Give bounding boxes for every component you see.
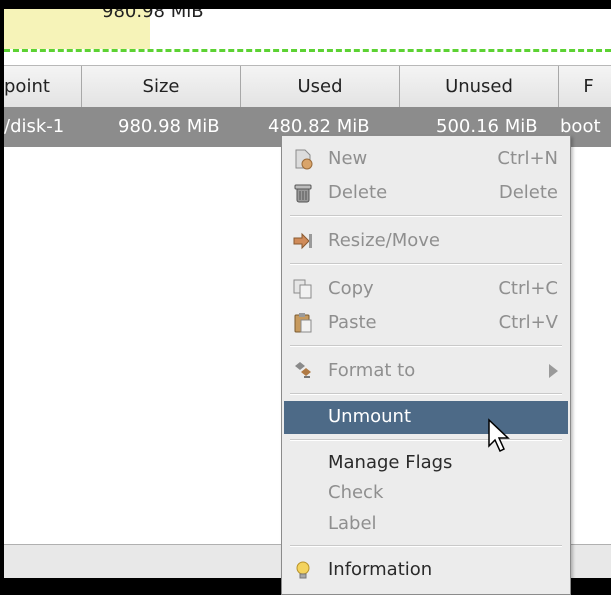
header-mountpoint[interactable]: point <box>4 66 82 107</box>
menu-item-label: Unmount <box>328 406 412 427</box>
header-unused[interactable]: Unused <box>400 66 559 107</box>
menu-item-label: Check <box>328 482 384 503</box>
header-size[interactable]: Size <box>82 66 241 107</box>
menu-separator <box>290 345 562 347</box>
menu-item-label: Paste <box>328 312 377 333</box>
partition-graphic[interactable]: 980.98 MiB <box>4 9 611 52</box>
menu-item-label: Label <box>328 513 377 534</box>
mouse-pointer-icon <box>488 418 510 453</box>
menu-item-format-to[interactable]: Format to <box>284 356 568 386</box>
menu-item-label-fs[interactable]: Label <box>284 509 568 539</box>
menu-item-check[interactable]: Check <box>284 478 568 508</box>
menu-item-manage-flags[interactable]: Manage Flags <box>284 448 568 478</box>
menu-separator <box>290 215 562 217</box>
header-used[interactable]: Used <box>241 66 400 107</box>
copy-icon <box>292 278 314 300</box>
menu-item-accel: Ctrl+N <box>497 148 558 169</box>
menu-item-label: Format to <box>328 360 416 381</box>
menu-item-accel: Delete <box>498 182 558 203</box>
menu-item-copy[interactable]: Copy Ctrl+C <box>284 274 568 304</box>
menu-item-label: Information <box>328 559 433 580</box>
menu-item-unmount[interactable]: Unmount <box>284 401 568 434</box>
menu-item-information[interactable]: Information <box>284 555 568 585</box>
menu-separator <box>290 439 562 441</box>
format-icon <box>292 360 314 382</box>
menu-item-accel: Ctrl+C <box>498 278 558 299</box>
menu-separator <box>290 545 562 547</box>
paste-icon <box>292 312 314 334</box>
header-flags[interactable]: F <box>559 66 611 107</box>
trash-icon <box>292 182 314 204</box>
lightbulb-icon <box>292 559 314 581</box>
cell-mountpoint: /disk-1 <box>4 116 65 137</box>
partition-size-label: 980.98 MiB <box>102 9 204 22</box>
submenu-arrow-icon <box>549 364 558 378</box>
new-partition-icon <box>292 148 314 170</box>
menu-item-label: Resize/Move <box>328 230 441 251</box>
context-menu: New Ctrl+N Delete Delete Resize/Move Cop… <box>281 135 571 595</box>
partition-selection-border <box>4 49 611 52</box>
menu-separator <box>290 393 562 395</box>
menu-item-label: Manage Flags <box>328 452 453 473</box>
menu-item-resize-move[interactable]: Resize/Move <box>284 226 568 256</box>
resize-move-icon <box>292 230 314 252</box>
menu-item-new[interactable]: New Ctrl+N <box>284 144 568 174</box>
menu-item-label: Copy <box>328 278 374 299</box>
column-headers: point Size Used Unused F <box>4 65 611 108</box>
menu-item-label: Delete <box>328 182 388 203</box>
menu-item-paste[interactable]: Paste Ctrl+V <box>284 308 568 338</box>
menu-separator <box>290 263 562 265</box>
cell-size: 980.98 MiB <box>118 116 220 137</box>
menu-item-delete[interactable]: Delete Delete <box>284 178 568 208</box>
menu-item-label: New <box>328 148 368 169</box>
menu-item-accel: Ctrl+V <box>498 312 558 333</box>
